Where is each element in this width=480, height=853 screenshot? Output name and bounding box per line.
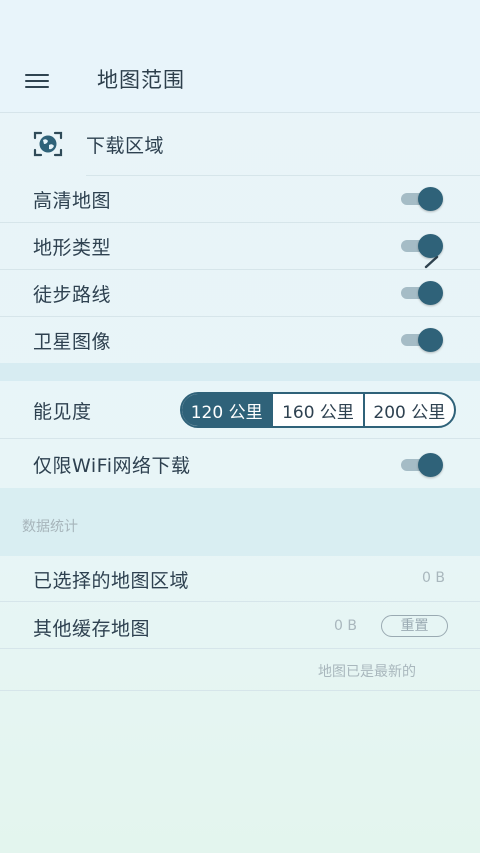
globe-scan-icon [33,131,63,157]
selected-area-row: 已选择的地图区域 0 B [0,556,480,601]
toggle-row-satellite[interactable]: 卫星图像 [0,317,480,363]
reset-button[interactable]: 重置 [381,615,448,637]
wifi-only-label: 仅限WiFi网络下载 [33,455,191,477]
section-gap [0,363,480,381]
toggle-knob [418,281,443,305]
page-title: 地图范围 [97,68,185,92]
hamburger-menu-icon[interactable] [25,72,49,90]
hiking-routes-toggle[interactable] [401,281,443,305]
wifi-only-toggle[interactable] [401,453,443,477]
toggle-row-hiking[interactable]: 徒步路线 [0,270,480,316]
app-header: 地图范围 [0,0,480,113]
selected-area-size: 0 B [422,570,445,586]
other-cache-size: 0 B [334,618,357,634]
visibility-option-200[interactable]: 200 公里 [362,394,454,426]
other-cache-label: 其他缓存地图 [33,618,151,640]
visibility-option-160[interactable]: 160 公里 [271,394,362,426]
status-row: 地图已是最新的 [0,649,480,690]
visibility-segmented-control: 120 公里 160 公里 200 公里 [180,392,456,428]
terrain-label: 地形类型 [33,237,112,259]
toggle-row-hd-map[interactable]: 高清地图 [0,176,480,222]
toggle-knob [418,328,443,352]
terrain-toggle[interactable] [401,234,443,258]
toggle-knob [418,453,443,477]
stats-title: 数据统计 [22,519,78,535]
visibility-label: 能见度 [33,401,92,423]
selected-area-label: 已选择的地图区域 [33,570,190,592]
toggle-row-terrain[interactable]: 地形类型 [0,223,480,269]
satellite-toggle[interactable] [401,328,443,352]
hd-map-label: 高清地图 [33,190,112,212]
satellite-label: 卫星图像 [33,331,112,353]
visibility-option-120[interactable]: 120 公里 [182,394,272,426]
divider [0,690,480,691]
map-status-text: 地图已是最新的 [318,664,416,680]
download-area-label: 下载区域 [86,135,165,157]
toggle-knob [418,187,443,211]
wifi-only-row[interactable]: 仅限WiFi网络下载 [0,439,480,488]
toggle-knob [418,234,443,258]
hiking-routes-label: 徒步路线 [33,284,112,306]
hd-map-toggle[interactable] [401,187,443,211]
download-area-row[interactable]: 下载区域 [0,113,480,269]
